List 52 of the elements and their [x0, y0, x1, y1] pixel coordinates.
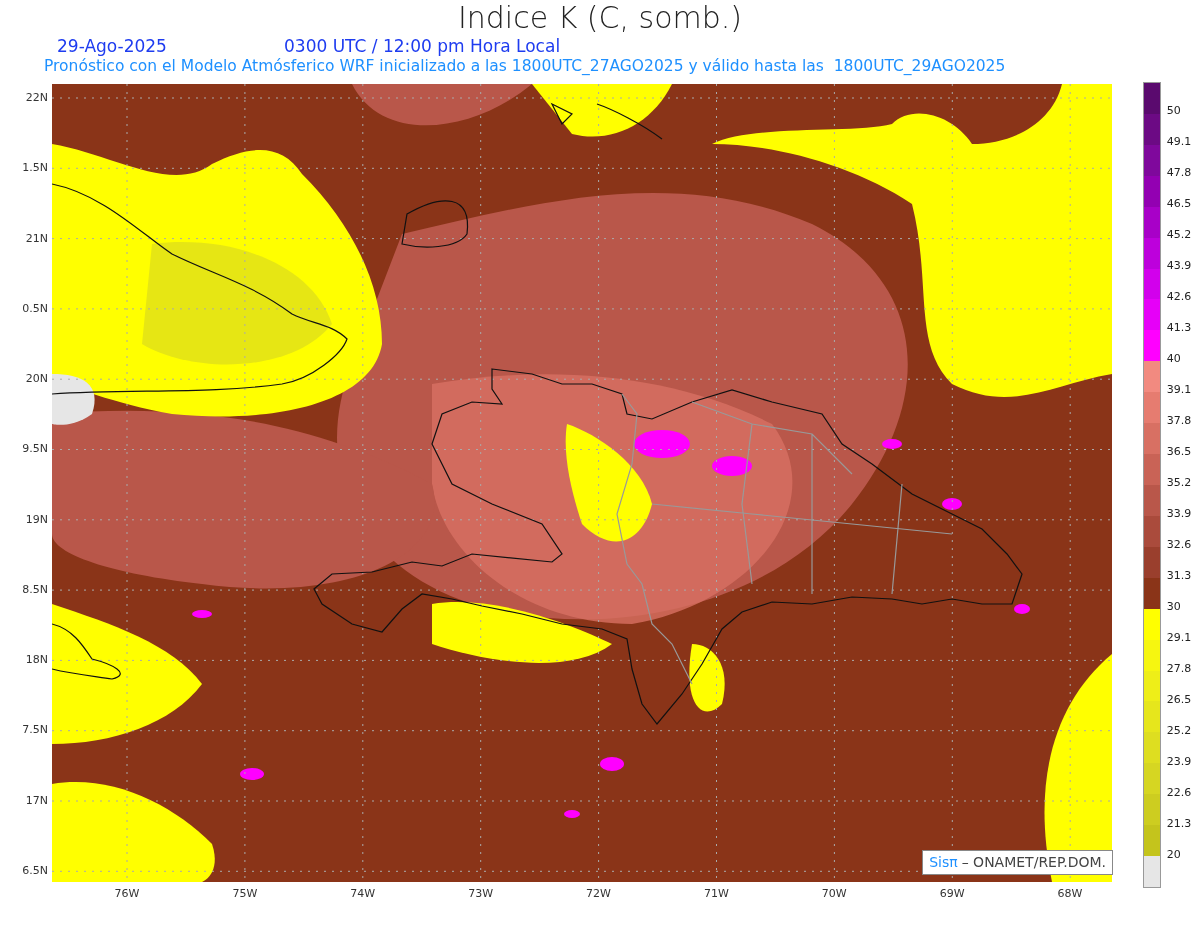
longitude-label: 74W	[349, 886, 377, 902]
longitude-label: 71W	[702, 886, 730, 902]
latitude-label: 18N	[25, 652, 48, 669]
longitude-label: 76W	[113, 886, 141, 902]
scale-label: 23.9	[1166, 754, 1193, 770]
scale-label: 20	[1166, 847, 1182, 863]
scale-label: 26.5	[1166, 692, 1193, 708]
scale-label: 37.8	[1166, 413, 1193, 429]
scale-label: 42.6	[1166, 289, 1193, 305]
latitude-label: 21N	[25, 230, 48, 247]
forecast-time: 0300 UTC / 12:00 pm Hora Local	[284, 36, 561, 56]
scale-label: 31.3	[1166, 568, 1193, 584]
brand-logo: Sisπ	[929, 853, 958, 870]
credit-text: – ONAMET/REP.DOM.	[961, 853, 1106, 870]
longitude-label: 72W	[585, 886, 612, 902]
longitude-label: 69W	[938, 886, 966, 902]
scale-label: 29.1	[1166, 630, 1193, 646]
scale-label: 40	[1166, 351, 1182, 367]
latitude-label: 17N	[25, 792, 48, 809]
scale-label: 39.1	[1166, 382, 1193, 398]
latitude-label: 0.5N	[22, 300, 48, 317]
chart-title: Indice K (C, somb.)	[457, 0, 743, 35]
latitude-label: 8.5N	[22, 581, 48, 598]
scale-label: 45.2	[1166, 227, 1193, 243]
latitude-label: 22N	[25, 90, 48, 106]
longitude-label: 75W	[231, 886, 259, 902]
latitude-label: 1.5N	[22, 160, 48, 177]
longitude-label: 70W	[820, 886, 848, 902]
latitude-label: 6.5N	[22, 862, 48, 879]
scale-label: 47.8	[1166, 165, 1193, 181]
scale-label: 36.5	[1166, 444, 1193, 460]
scale-label: 35.2	[1166, 475, 1193, 491]
longitude-label: 73W	[467, 886, 495, 902]
scale-label: 22.6	[1166, 785, 1193, 801]
scale-label: 33.9	[1166, 506, 1193, 522]
latitude-label: 7.5N	[22, 722, 48, 739]
scale-label: 32.6	[1166, 537, 1193, 553]
latitude-label: 20N	[25, 371, 48, 388]
scale-label: 30	[1166, 599, 1182, 615]
longitude-label: 68W	[1056, 886, 1084, 902]
scale-label: 41.3	[1166, 320, 1193, 336]
latitude-label: 19N	[25, 511, 48, 528]
scale-label: 46.5	[1166, 196, 1193, 212]
forecast-date: 29-Ago-2025	[57, 36, 168, 56]
scale-label: 49.1	[1166, 134, 1193, 150]
scale-label: 25.2	[1166, 723, 1193, 739]
latitude-label: 9.5N	[22, 441, 48, 458]
scale-label: 43.9	[1166, 258, 1193, 274]
scale-label: 50	[1166, 103, 1182, 119]
scale-label: 27.8	[1166, 661, 1193, 677]
forecast-subtitle: Pronóstico con el Modelo Atmósferico WRF inicializado a las 1800UTC_27AGO2025 y válido hasta las 1800UTC_29AGO2025	[44, 57, 1006, 75]
scale-label: 21.3	[1166, 816, 1193, 832]
